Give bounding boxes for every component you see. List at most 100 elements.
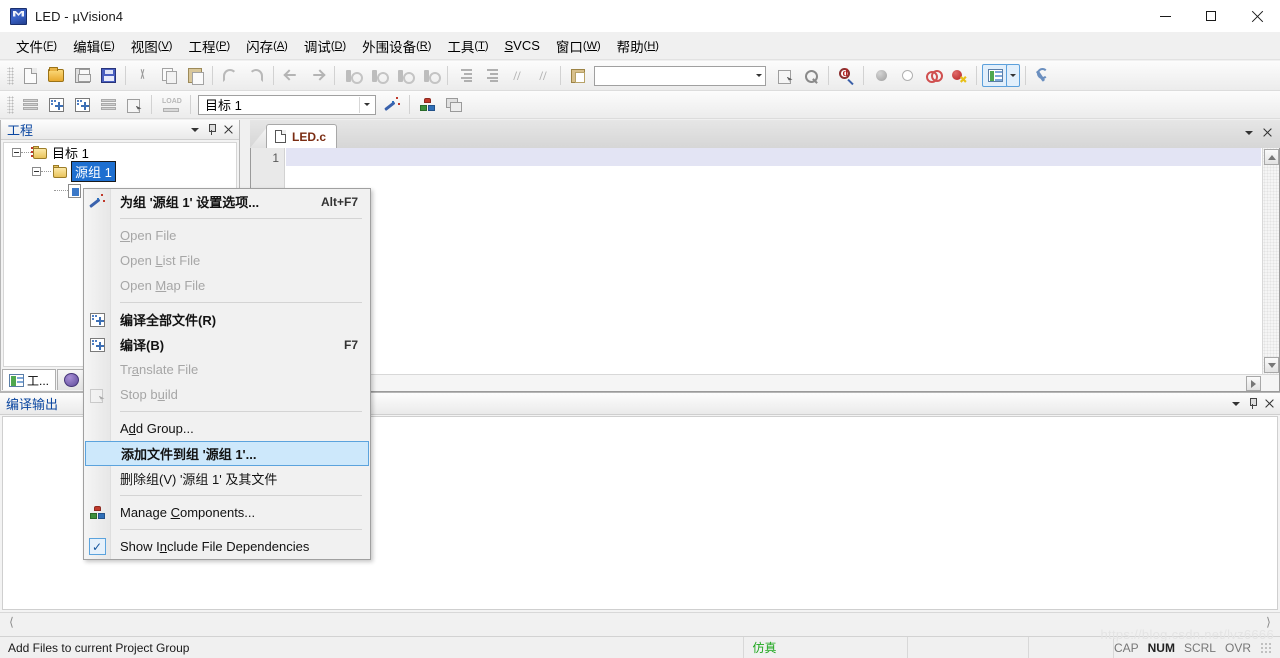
expander-minus-icon[interactable]: [32, 167, 41, 176]
save-all-icon[interactable]: [96, 64, 120, 87]
auto-hide-pin-icon[interactable]: [203, 121, 220, 138]
bookmark-prev-icon[interactable]: [392, 64, 416, 87]
scroll-right-button[interactable]: ⟩: [1261, 614, 1276, 629]
target-options-icon[interactable]: [380, 93, 404, 116]
editor-menu-icon[interactable]: [1240, 124, 1257, 141]
editor-tab-led-c[interactable]: LED.c: [266, 124, 338, 148]
expander-minus-icon[interactable]: [12, 148, 21, 157]
menu-flash[interactable]: 闪存 (A): [238, 35, 296, 57]
dock-menu-icon[interactable]: [1227, 395, 1244, 412]
build-target-icon[interactable]: [44, 93, 68, 116]
menu-peripherals[interactable]: 外围设备 (R): [354, 35, 439, 57]
copy-icon[interactable]: [157, 64, 181, 87]
context-item-remove-group[interactable]: 删除组(V) '源组 1' 及其文件: [84, 466, 370, 491]
build-output-horizontal-scrollbar[interactable]: ⟨ ⟩: [0, 612, 1280, 630]
download-to-flash-icon[interactable]: LOAD: [157, 93, 185, 116]
context-item-manage-components[interactable]: Manage Components...: [84, 500, 370, 525]
new-file-icon[interactable]: [18, 64, 42, 87]
navigate-forward-icon[interactable]: [305, 64, 329, 87]
bookmark-clear-icon[interactable]: [418, 64, 442, 87]
bookmark-next-icon[interactable]: [366, 64, 390, 87]
outdent-icon[interactable]: [479, 64, 503, 87]
context-item-add-group[interactable]: Add Group...: [84, 416, 370, 441]
chevron-down-icon[interactable]: [359, 96, 373, 113]
scroll-left-button[interactable]: ⟨: [4, 614, 19, 629]
target-selector[interactable]: 目标 1: [198, 94, 376, 115]
navigate-back-icon[interactable]: [279, 64, 303, 87]
context-menu-separator: [120, 495, 362, 496]
menu-view[interactable]: 视图 (V): [123, 35, 181, 57]
context-item-add-files-to-group[interactable]: 添加文件到组 '源组 1'...: [85, 441, 369, 466]
menu-file[interactable]: 文件 (F): [8, 35, 65, 57]
editor-vertical-scrollbar[interactable]: [1262, 148, 1279, 374]
search-dropdown-arrow[interactable]: [747, 64, 771, 87]
redo-icon[interactable]: [244, 64, 268, 87]
stop-build-icon[interactable]: [122, 93, 146, 116]
menu-tools[interactable]: 工具 (T): [439, 35, 496, 57]
tree-connector: [21, 152, 31, 153]
editor-area: LED.c 1: [250, 120, 1280, 392]
manage-window-layout-dropdown[interactable]: [1006, 64, 1020, 87]
context-item-rebuild-all[interactable]: 编译全部文件(R): [84, 307, 370, 332]
context-item-add-group-label: d Group...: [135, 421, 194, 436]
breakpoint-hollow-icon[interactable]: [895, 64, 919, 87]
menu-flash-label: 闪存: [246, 39, 274, 55]
rebuild-all-icon[interactable]: [70, 93, 94, 116]
uncomment-icon[interactable]: //: [531, 64, 555, 87]
tree-node-group[interactable]: 源组 1: [4, 161, 236, 182]
menu-debug[interactable]: 调试 (D): [296, 35, 354, 57]
maximize-button[interactable]: [1188, 0, 1234, 32]
multi-project-icon[interactable]: [441, 93, 465, 116]
menu-project[interactable]: 工程 (P): [180, 35, 238, 57]
scroll-right-button[interactable]: [1246, 376, 1261, 391]
bookmark-toggle-icon[interactable]: [340, 64, 364, 87]
binoculars-icon[interactable]: [799, 64, 823, 87]
dock-tab-project[interactable]: 工...: [2, 369, 57, 390]
context-item-show-include-dependencies[interactable]: ✓ Show Include File Dependencies: [84, 534, 370, 559]
paste-icon[interactable]: [183, 64, 207, 87]
context-item-group-options[interactable]: 为组 '源组 1' 设置选项... Alt+F7: [84, 189, 370, 214]
menu-help[interactable]: 帮助 (H): [609, 35, 667, 57]
scroll-down-button[interactable]: [1264, 357, 1279, 373]
menu-edit-label: 编辑: [73, 39, 101, 55]
close-button[interactable]: [1234, 0, 1280, 32]
toolbar-grip[interactable]: [7, 66, 14, 85]
menu-svcs[interactable]: SVCS: [497, 35, 548, 57]
close-icon[interactable]: [1261, 395, 1278, 412]
open-file-icon[interactable]: [44, 64, 68, 87]
auto-hide-pin-icon[interactable]: [1244, 395, 1261, 412]
editor-body[interactable]: 1: [250, 148, 1280, 392]
search-input[interactable]: [594, 65, 766, 86]
cut-icon[interactable]: [131, 64, 155, 87]
breakpoint-kill-icon[interactable]: [947, 64, 971, 87]
comment-icon[interactable]: //: [505, 64, 529, 87]
manage-components-icon: [88, 504, 106, 521]
minimize-button[interactable]: [1142, 0, 1188, 32]
dock-menu-icon[interactable]: [186, 121, 203, 138]
resize-grip-icon[interactable]: [1260, 641, 1272, 654]
tree-node-target[interactable]: 目标 1: [4, 143, 236, 162]
context-item-build[interactable]: 编译(B) F7: [84, 332, 370, 357]
configure-toolbar-icon[interactable]: [1031, 64, 1055, 87]
undo-icon[interactable]: [218, 64, 242, 87]
menu-window[interactable]: 窗口 (W): [548, 35, 609, 57]
menu-edit[interactable]: 编辑 (E): [65, 35, 123, 57]
close-icon[interactable]: [220, 121, 237, 138]
context-item-stop-build-label: ild: [164, 387, 178, 402]
editor-close-icon[interactable]: [1259, 124, 1276, 141]
batch-build-icon[interactable]: [96, 93, 120, 116]
save-icon[interactable]: [70, 64, 94, 87]
editor-horizontal-scrollbar[interactable]: [251, 374, 1279, 391]
find-in-files-icon[interactable]: [773, 64, 797, 87]
manage-window-layout-icon[interactable]: [982, 64, 1008, 87]
translate-file-icon[interactable]: [18, 93, 42, 116]
scroll-up-button[interactable]: [1264, 149, 1279, 165]
indent-icon[interactable]: [453, 64, 477, 87]
toolbar-grip[interactable]: [7, 95, 14, 114]
debug-query-icon[interactable]: d: [834, 64, 858, 87]
menu-bar: 文件 (F) 编辑 (E) 视图 (V) 工程 (P) 闪存 (A) 调试 (D) 外围设备…: [0, 32, 1280, 60]
breakpoint-solid-icon[interactable]: [869, 64, 893, 87]
open-project-workspace-icon[interactable]: [566, 64, 590, 87]
manage-components-icon[interactable]: [415, 93, 439, 116]
breakpoint-disable-icon[interactable]: [921, 64, 945, 87]
